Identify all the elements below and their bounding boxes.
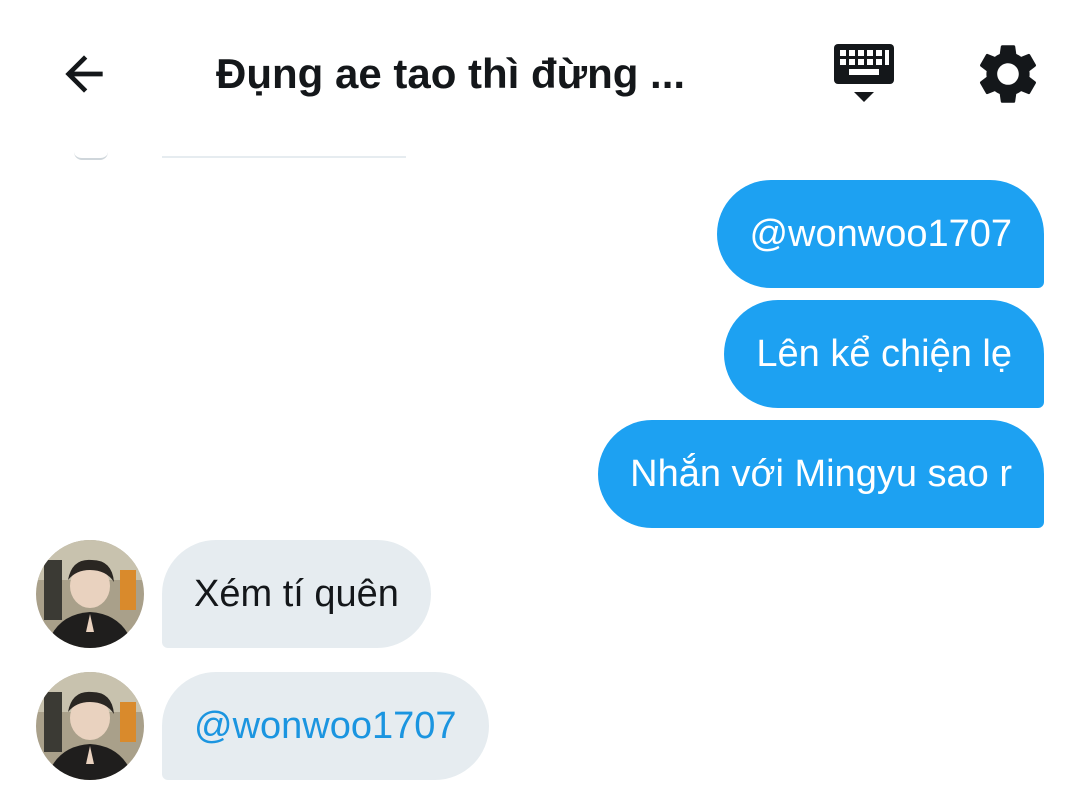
settings-button[interactable] <box>972 38 1044 110</box>
outgoing-message[interactable]: @wonwoo1707 <box>717 180 1044 288</box>
outgoing-message[interactable]: Nhắn với Mingyu sao r <box>598 420 1044 528</box>
arrow-left-icon <box>65 55 103 93</box>
keyboard-hide-icon <box>834 44 894 102</box>
user-photo-icon <box>36 540 144 648</box>
incoming-message[interactable]: Xém tí quên <box>162 540 431 648</box>
avatar[interactable] <box>36 540 144 648</box>
previous-avatar-edge <box>74 152 108 160</box>
outgoing-message[interactable]: Lên kể chiện lẹ <box>724 300 1044 408</box>
back-button[interactable] <box>50 40 118 108</box>
user-photo-icon <box>36 672 144 780</box>
avatar[interactable] <box>36 672 144 780</box>
gear-icon <box>979 45 1037 103</box>
conversation-title: Đụng ae tao thì đừng ... <box>216 50 686 97</box>
keyboard-toggle-button[interactable] <box>828 38 900 110</box>
incoming-message-mention-link[interactable]: @wonwoo1707 <box>162 672 489 780</box>
conversation-header: Đụng ae tao thì đừng ... <box>0 0 1079 145</box>
previous-bubble-edge <box>162 152 406 158</box>
